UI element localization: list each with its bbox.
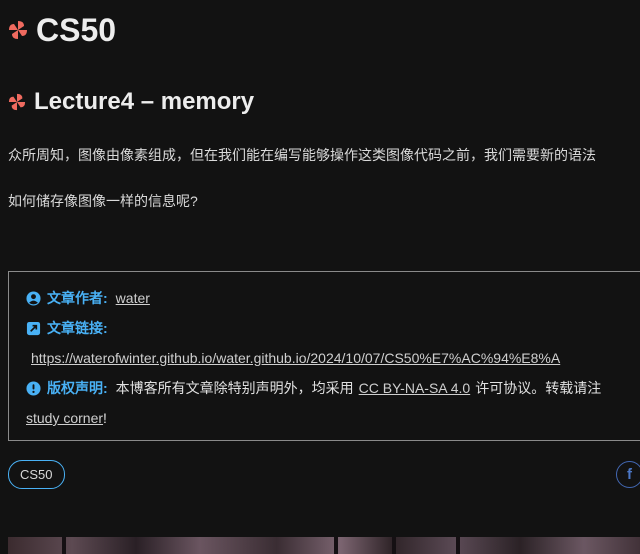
author-link[interactable]: water xyxy=(116,290,150,306)
next-post-cover-image[interactable] xyxy=(8,537,640,554)
post-page: CS50 Lecture4 – memory 众所周知，图像由像素组成，但在我们… xyxy=(0,0,640,554)
facebook-share-button[interactable]: f xyxy=(616,461,640,488)
copyright-author-label: 文章作者: xyxy=(47,290,108,306)
cover-divider xyxy=(392,537,396,554)
post-tag[interactable]: CS50 xyxy=(8,460,65,489)
external-link-icon xyxy=(26,321,41,335)
cover-divider xyxy=(62,537,66,554)
copyright-notice-row: 版权声明: 本博客所有文章除特别声明外，均采用 CC BY-NA-SA 4.0 … xyxy=(26,378,601,398)
pinwheel-icon xyxy=(8,93,26,111)
blog-home-link[interactable]: study corner xyxy=(26,410,103,426)
copyright-notice-label: 版权声明: xyxy=(47,380,108,396)
post-permalink[interactable]: https://waterofwinter.github.io/water.gi… xyxy=(31,350,560,366)
post-title-text: Lecture4 – memory xyxy=(34,88,255,115)
post-title: Lecture4 – memory xyxy=(8,86,254,118)
site-title: CS50 xyxy=(8,10,116,50)
post-copyright-box: 文章作者: water 文章链接: https://waterofwinter.… xyxy=(8,271,640,441)
license-link[interactable]: CC BY-NA-SA 4.0 xyxy=(359,380,471,396)
cover-divider xyxy=(456,537,460,554)
question-paragraph: 如何储存像图像一样的信息呢? xyxy=(8,193,198,209)
notice-text-suffix: 许可协议。转载请注 xyxy=(475,380,602,396)
copyright-blog-row: study corner ! xyxy=(26,408,107,428)
info-circle-icon xyxy=(26,380,41,396)
intro-paragraph: 众所周知，图像由像素组成，但在我们能在编写能够操作这类图像代码之前，我们需要新的… xyxy=(8,147,596,163)
facebook-icon: f xyxy=(627,466,632,483)
copyright-author-row: 文章作者: water xyxy=(26,288,150,308)
copyright-link-row: 文章链接: xyxy=(26,318,116,338)
site-title-text: CS50 xyxy=(36,11,117,48)
copyright-link-label: 文章链接: xyxy=(47,320,108,336)
copyright-url-row: https://waterofwinter.github.io/water.gi… xyxy=(31,348,560,368)
blog-suffix: ! xyxy=(103,410,107,426)
notice-text-prefix: 本博客所有文章除特别声明外，均采用 xyxy=(115,380,354,396)
cover-divider xyxy=(334,537,338,554)
pinwheel-icon xyxy=(9,21,27,39)
user-circle-icon xyxy=(26,290,41,306)
